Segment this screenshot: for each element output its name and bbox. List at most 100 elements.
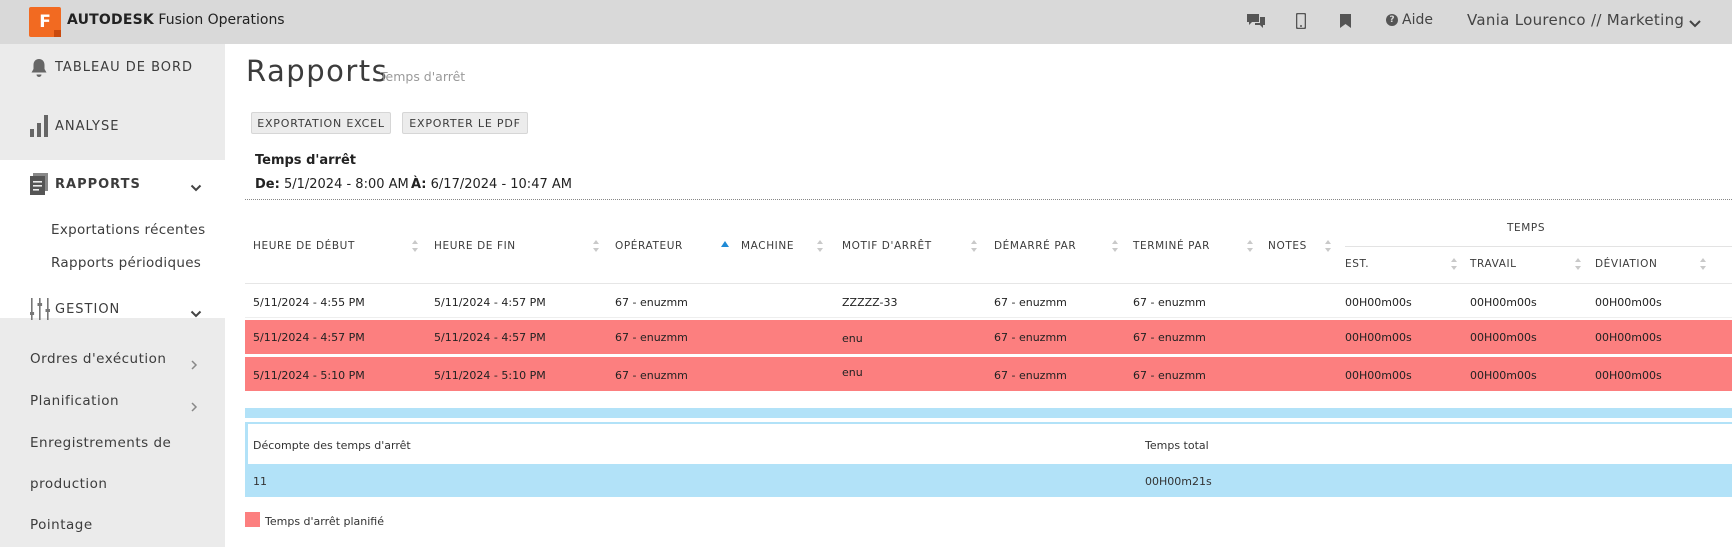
sidebar: TABLEAU DE BORD ANALYSE RAPPORTS Exporta… [0,44,225,547]
brand-product: Fusion Operations [158,12,285,28]
help-link[interactable]: ? Aide [1386,12,1433,28]
temps-group-line [1345,246,1732,247]
chevron-down-icon[interactable] [190,304,202,323]
sort-icon[interactable] [1247,240,1254,252]
summary-count-label: Décompte des temps d'arrêt [253,439,411,452]
cell-operator: 67 - enuzmm [615,331,688,344]
chevron-right-icon[interactable] [190,355,198,374]
from-label: De: [255,177,280,192]
cell-deviation: 00H00m00s [1595,331,1662,344]
fusion-logo[interactable]: F [29,7,61,37]
sort-icon[interactable] [412,240,419,252]
cell-started-by: 67 - enuzmm [994,331,1067,344]
col-header-deviation[interactable]: DÉVIATION [1595,258,1657,270]
col-header-started-by[interactable]: DÉMARRÉ PAR [994,240,1076,252]
sidebar-item-label: TABLEAU DE BORD [55,60,194,75]
chevron-right-icon[interactable] [190,397,198,416]
sort-icon[interactable] [1575,258,1582,270]
sort-icon[interactable] [1700,258,1707,270]
to-value: 6/17/2024 - 10:47 AM [430,177,572,192]
cell-reason: enu [842,332,863,345]
col-header-reason[interactable]: MOTIF D'ARRÊT [842,240,932,252]
cell-reason: enu [842,366,863,379]
table-row[interactable]: 5/11/2024 - 4:57 PM 5/11/2024 - 4:57 PM … [245,320,1732,354]
cell-end: 5/11/2024 - 4:57 PM [434,331,546,344]
summary-count-value: 11 [253,475,267,488]
help-label: Aide [1402,12,1433,28]
summary-row: 11 00H00m21s [245,464,1732,497]
page-title: Rapports [246,54,389,88]
chevron-down-icon[interactable] [1688,14,1702,33]
user-menu[interactable]: Vania Lourenco // Marketing [1467,11,1684,29]
cell-deviation: 00H00m00s [1595,296,1662,309]
to-label: À: [411,177,427,192]
cell-end: 5/11/2024 - 4:57 PM [434,296,546,309]
report-title: Temps d'arrêt [255,153,356,168]
sidebar-item-pointage[interactable]: Pointage [30,517,93,533]
chevron-down-icon[interactable] [190,178,202,197]
cell-est: 00H00m00s [1345,369,1412,382]
date-from: De: 5/1/2024 - 8:00 AM [255,177,409,192]
bar-chart-icon [30,115,48,141]
chat-icon[interactable] [1244,10,1268,32]
table-row[interactable]: 5/11/2024 - 5:10 PM 5/11/2024 - 5:10 PM … [245,357,1732,391]
col-header-operator[interactable]: OPÉRATEUR [615,240,683,252]
summary-total-value: 00H00m21s [1145,475,1212,488]
date-to: À: 6/17/2024 - 10:47 AM [411,177,572,192]
mobile-icon[interactable] [1293,10,1309,32]
summary-total-label: Temps total [1145,439,1209,452]
bookmark-icon[interactable] [1337,10,1353,32]
top-bar: F AUTODESK Fusion Operations ? Aide Vani… [0,0,1732,44]
cell-end: 5/11/2024 - 5:10 PM [434,369,546,382]
sidebar-item-analyse[interactable]: ANALYSE [0,114,225,138]
export-pdf-button[interactable]: EXPORTER LE PDF [402,112,528,134]
sidebar-item-enregistrements-production-cont[interactable]: production [30,476,108,492]
sort-icon[interactable] [817,240,824,252]
cell-reason: ZZZZZ-33 [842,296,898,309]
from-value: 5/1/2024 - 8:00 AM [283,177,409,192]
sidebar-item-tableau-de-bord[interactable]: TABLEAU DE BORD [0,56,225,80]
col-header-est[interactable]: EST. [1345,258,1369,270]
sort-ascending-icon[interactable] [721,241,729,247]
cell-start: 5/11/2024 - 4:57 PM [253,331,365,344]
export-excel-button[interactable]: EXPORTATION EXCEL [251,112,391,134]
sort-icon[interactable] [971,240,978,252]
cell-started-by: 67 - enuzmm [994,296,1067,309]
cell-deviation: 00H00m00s [1595,369,1662,382]
legend-label: Temps d'arrêt planifié [265,515,384,528]
sort-icon[interactable] [1112,240,1119,252]
sidebar-item-rapports[interactable]: RAPPORTS [0,172,225,196]
col-header-machine[interactable]: MACHINE [741,240,794,252]
cell-travail: 00H00m00s [1470,369,1537,382]
logo-letter: F [39,12,51,32]
cell-est: 00H00m00s [1345,331,1412,344]
col-header-travail[interactable]: TRAVAIL [1470,258,1517,270]
table-row[interactable]: 5/11/2024 - 4:55 PM 5/11/2024 - 4:57 PM … [245,284,1732,318]
brand-bold: AUTODESK [67,12,154,28]
cell-ended-by: 67 - enuzmm [1133,331,1206,344]
sidebar-subitem-rapports-periodiques[interactable]: Rapports périodiques [51,255,201,271]
cell-est: 00H00m00s [1345,296,1412,309]
cell-travail: 00H00m00s [1470,296,1537,309]
col-header-notes[interactable]: NOTES [1268,240,1307,252]
col-header-end[interactable]: HEURE DE FIN [434,240,516,252]
report-icon [30,173,48,199]
sort-icon[interactable] [1325,240,1332,252]
cell-ended-by: 67 - enuzmm [1133,296,1206,309]
sidebar-item-label: ANALYSE [55,119,120,134]
sidebar-subitem-exportations-recentes[interactable]: Exportations récentes [51,222,205,238]
sidebar-item-gestion[interactable]: GESTION [0,298,225,322]
summary-band [245,408,1732,418]
sidebar-item-planification[interactable]: Planification [30,393,119,409]
col-header-ended-by[interactable]: TERMINÉ PAR [1133,240,1210,252]
sort-icon[interactable] [1451,258,1458,270]
cell-ended-by: 67 - enuzmm [1133,369,1206,382]
sidebar-item-enregistrements-production[interactable]: Enregistrements de [30,435,171,451]
sort-icon[interactable] [593,240,600,252]
col-header-start[interactable]: HEURE DE DÉBUT [253,240,355,252]
cell-start: 5/11/2024 - 4:55 PM [253,296,365,309]
main-content: Rapports Temps d'arrêt EXPORTATION EXCEL… [225,44,1732,547]
legend-swatch [245,512,260,527]
sidebar-item-ordres-execution[interactable]: Ordres d'exécution [30,351,166,367]
cell-travail: 00H00m00s [1470,331,1537,344]
